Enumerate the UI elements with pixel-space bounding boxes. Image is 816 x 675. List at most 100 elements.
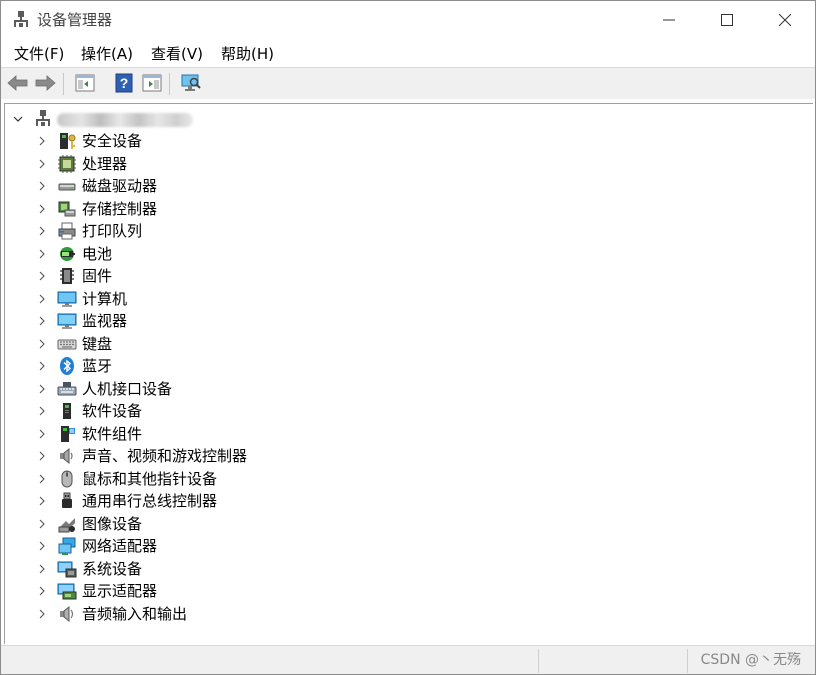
- title-bar[interactable]: 设备管理器: [1, 1, 815, 39]
- device-manager-app-icon: [14, 11, 28, 27]
- tree-category-label: 人机接口设备: [82, 379, 173, 398]
- tree-category[interactable]: 声音、视频和游戏控制器: [5, 445, 605, 467]
- chevron-right-icon[interactable]: [36, 473, 48, 485]
- scan-hardware-button[interactable]: [180, 72, 202, 94]
- show-hide-tree-button[interactable]: [74, 72, 96, 94]
- tree-category[interactable]: 安全设备: [5, 130, 605, 152]
- chevron-right-icon[interactable]: [36, 315, 48, 327]
- properties-button[interactable]: [141, 72, 163, 94]
- software-component-icon: [61, 425, 75, 442]
- maximize-button[interactable]: [704, 1, 750, 39]
- chevron-right-icon[interactable]: [36, 135, 48, 147]
- chevron-right-icon[interactable]: [36, 158, 48, 170]
- firmware-icon: [60, 268, 74, 284]
- chevron-right-icon[interactable]: [36, 518, 48, 530]
- menu-file[interactable]: 文件(F): [14, 44, 64, 64]
- device-tree[interactable]: 安全设备处理器磁盘驱动器存储控制器打印队列 电池 固件计算机监视器键盘蓝牙人机接口设…: [4, 103, 813, 644]
- tree-category[interactable]: 鼠标和其他指针设备: [5, 468, 605, 490]
- help-button[interactable]: ?: [113, 72, 135, 94]
- close-icon: [779, 14, 791, 26]
- chevron-right-icon[interactable]: [36, 563, 48, 575]
- menu-help[interactable]: 帮助(H): [221, 44, 274, 64]
- tree-category[interactable]: 固件: [5, 265, 605, 287]
- menu-action[interactable]: 操作(A): [81, 44, 133, 64]
- tree-category[interactable]: 键盘: [5, 333, 605, 355]
- tree-category[interactable]: 通用串行总线控制器: [5, 490, 605, 512]
- chevron-right-icon[interactable]: [36, 450, 48, 462]
- back-button[interactable]: [7, 72, 29, 94]
- toolbar-separator: [63, 73, 64, 95]
- tree-category[interactable]: 磁盘驱动器: [5, 175, 605, 197]
- tree-category[interactable]: 电池: [5, 243, 605, 265]
- storage-controller-icon: [58, 201, 76, 216]
- tree-category-label: 软件设备: [82, 402, 143, 420]
- chevron-right-icon[interactable]: [36, 585, 48, 597]
- computer-icon: [57, 291, 77, 307]
- window-title: 设备管理器: [37, 11, 113, 29]
- scan-hardware-icon: [181, 74, 201, 91]
- tree-category[interactable]: 系统设备: [5, 558, 605, 580]
- tree-root-computer[interactable]: [5, 107, 605, 129]
- close-button[interactable]: [762, 1, 808, 39]
- tree-category[interactable]: 软件设备: [5, 400, 605, 422]
- keyboard-icon: [57, 339, 77, 349]
- disk-drive-icon: [58, 183, 76, 191]
- chevron-down-icon[interactable]: [12, 113, 24, 125]
- chevron-right-icon[interactable]: [36, 428, 48, 440]
- tree-category-label: 键盘: [82, 334, 113, 353]
- software-device-icon: [63, 403, 71, 419]
- display-adapter-icon: [57, 583, 77, 600]
- back-arrow-icon: [7, 75, 28, 91]
- chevron-right-icon[interactable]: [36, 248, 48, 260]
- system-device-icon: [57, 561, 77, 577]
- svg-text:?: ?: [120, 75, 129, 91]
- menu-bar: 文件(F) 操作(A) 查看(V) 帮助(H): [1, 41, 815, 67]
- tree-category-label: 软件组件: [82, 424, 143, 443]
- status-divider: [687, 649, 688, 673]
- watermark: CSDN @丶无殇: [700, 652, 801, 668]
- tree-category[interactable]: 显示适配器: [5, 580, 605, 602]
- chevron-right-icon[interactable]: [36, 495, 48, 507]
- tree-category[interactable]: 处理器: [5, 153, 605, 175]
- chevron-right-icon[interactable]: [36, 338, 48, 350]
- chevron-right-icon[interactable]: [36, 293, 48, 305]
- processor-icon: [58, 154, 76, 173]
- tree-category-label: 网络适配器: [82, 537, 158, 555]
- hid-icon: [57, 381, 77, 395]
- chevron-right-icon[interactable]: [36, 383, 48, 395]
- chevron-right-icon[interactable]: [36, 225, 48, 237]
- tree-category-label: 监视器: [82, 312, 128, 330]
- tree-category[interactable]: 软件组件: [5, 423, 605, 445]
- tree-category[interactable]: 存储控制器: [5, 198, 605, 220]
- tree-category[interactable]: 监视器: [5, 310, 605, 332]
- device-manager-window: 设备管理器 文件(F) 操作(A) 查看(V) 帮助(H) ? 安全设备 处理器…: [0, 0, 816, 675]
- maximize-icon: [721, 14, 733, 26]
- chevron-right-icon[interactable]: [36, 360, 48, 372]
- tree-category-label: 显示适配器: [82, 582, 158, 600]
- chevron-right-icon[interactable]: [36, 608, 48, 620]
- tree-category-label: 处理器: [82, 154, 128, 173]
- minimize-button[interactable]: [646, 1, 692, 39]
- battery-icon: [60, 246, 75, 261]
- tree-category-label: 计算机: [82, 289, 128, 308]
- forward-button[interactable]: [34, 72, 56, 94]
- chevron-right-icon[interactable]: [36, 203, 48, 215]
- tree-category[interactable]: 音频输入和输出: [5, 603, 605, 625]
- tree-category[interactable]: 人机接口设备: [5, 378, 605, 400]
- printer-icon: [58, 222, 76, 240]
- chevron-right-icon[interactable]: [36, 270, 48, 282]
- tree-category[interactable]: 网络适配器: [5, 535, 605, 557]
- computer-name-redacted: [57, 113, 193, 127]
- tree-category[interactable]: 蓝牙: [5, 355, 605, 377]
- tree-category-label: 存储控制器: [82, 199, 158, 218]
- chevron-right-icon[interactable]: [36, 540, 48, 552]
- tree-category[interactable]: 计算机: [5, 288, 605, 310]
- tree-category[interactable]: 打印队列: [5, 220, 605, 242]
- tree-category[interactable]: 图像设备: [5, 513, 605, 535]
- sound-icon: [60, 447, 73, 465]
- tree-category-label: 图像设备: [82, 514, 143, 533]
- tree-category-label: 声音、视频和游戏控制器: [82, 447, 248, 465]
- chevron-right-icon[interactable]: [36, 405, 48, 417]
- menu-view[interactable]: 查看(V): [151, 44, 203, 64]
- chevron-right-icon[interactable]: [36, 180, 48, 192]
